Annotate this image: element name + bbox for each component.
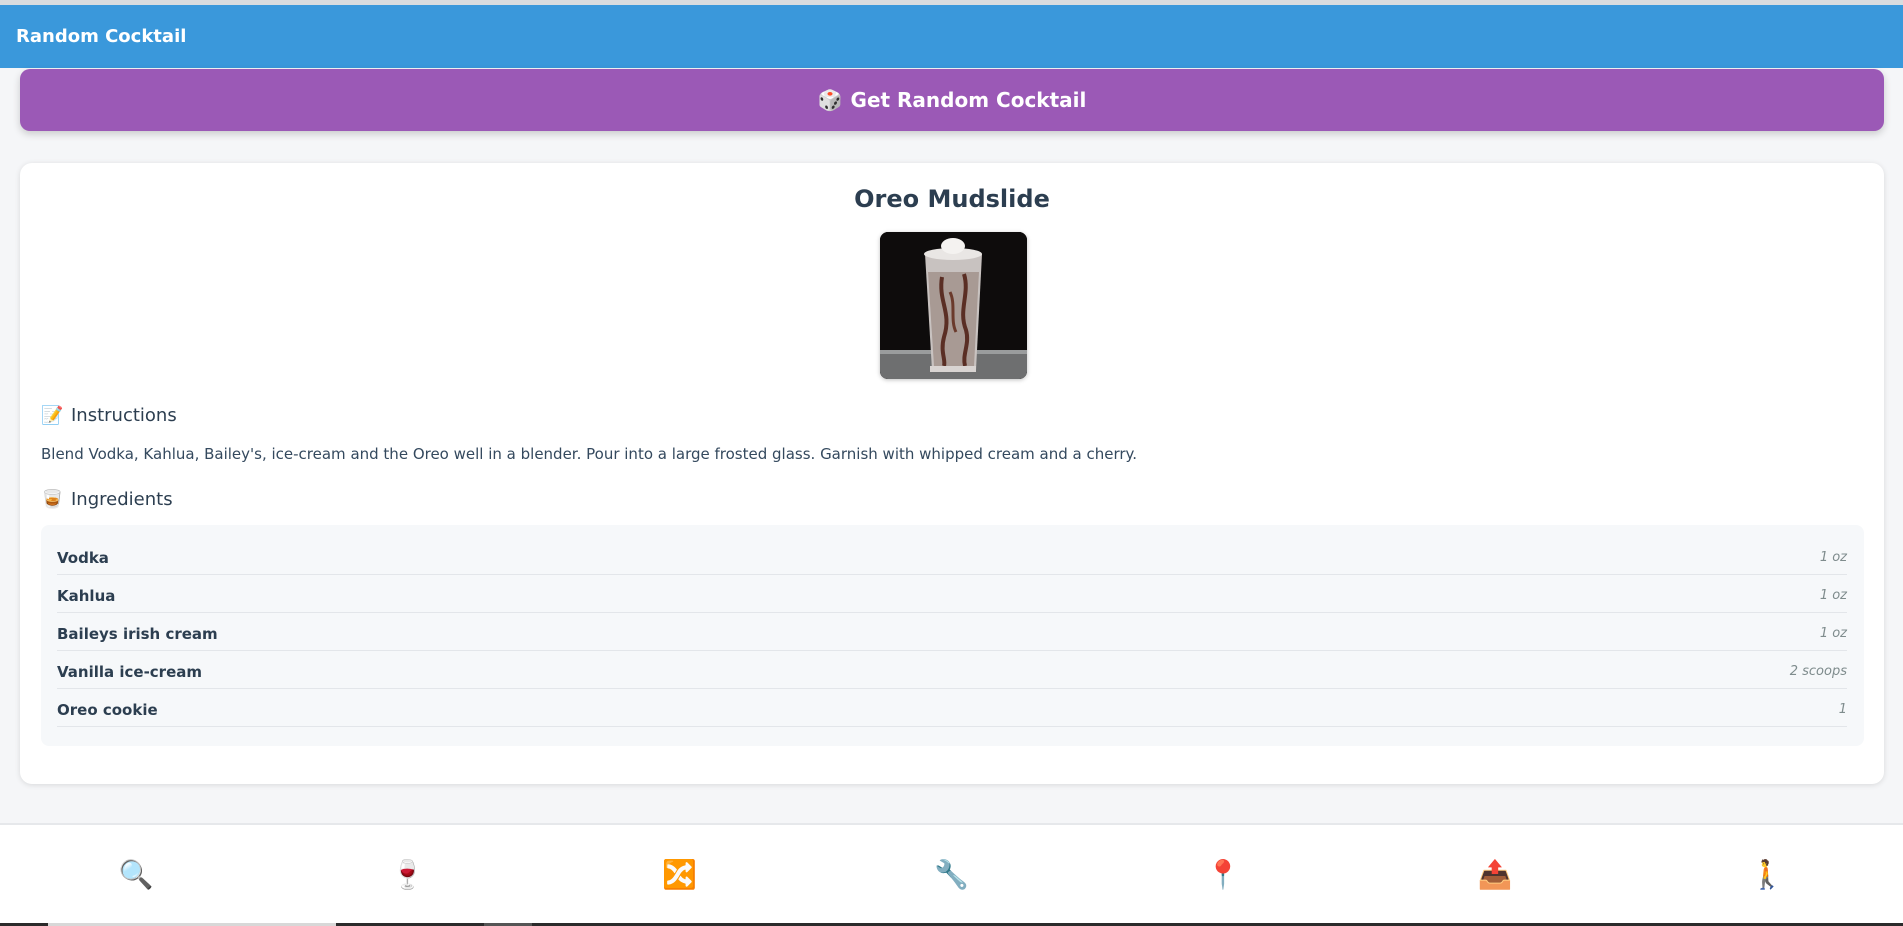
wine-glass-icon: 🍷 [390, 857, 426, 891]
nav-location[interactable]: 📍 [1087, 825, 1359, 923]
drink-photo-illustration [880, 232, 1027, 379]
ingredient-row: Baileys irish cream 1 oz [57, 613, 1847, 651]
app-header: Random Cocktail [0, 5, 1903, 68]
cocktail-card: Oreo Mudslide 📝 Instructions Blend Vodka… [20, 163, 1884, 784]
ingredient-row: Vanilla ice-cream 2 scoops [57, 651, 1847, 689]
ingredient-name: Vodka [57, 548, 109, 567]
ingredient-name: Vanilla ice-cream [57, 662, 203, 681]
pin-icon: 📍 [1205, 857, 1241, 891]
walking-person-icon: 🚶 [1749, 857, 1785, 891]
ingredient-measure: 1 oz [1819, 588, 1847, 603]
memo-icon: 📝 [41, 405, 64, 426]
nav-profile[interactable]: 🚶 [1631, 825, 1903, 923]
ingredient-measure: 2 scoops [1789, 664, 1847, 679]
ingredient-name: Baileys irish cream [57, 624, 218, 643]
ingredient-measure: 1 oz [1819, 550, 1847, 565]
drink-title: Oreo Mudslide [854, 185, 1050, 213]
instructions-text: Blend Vodka, Kahlua, Bailey's, ice-cream… [41, 445, 1138, 463]
get-random-cocktail-button[interactable]: 🎲 Get Random Cocktail [20, 69, 1884, 131]
bottom-nav: 🔍 🍷 🔀 🔧 📍 📤 🚶 [0, 823, 1903, 923]
nav-cocktails[interactable]: 🍷 [272, 825, 544, 923]
app-title: Random Cocktail [16, 26, 187, 47]
wrench-icon: 🔧 [934, 857, 969, 891]
ingredients-heading: 🥃 Ingredients [41, 489, 173, 510]
search-icon: 🔍 [118, 857, 154, 891]
ingredient-measure: 1 [1838, 702, 1847, 717]
ingredient-row: Vodka 1 oz [57, 537, 1847, 575]
drink-image [880, 232, 1027, 379]
nav-search[interactable]: 🔍 [0, 825, 272, 923]
ingredients-heading-label: Ingredients [71, 489, 173, 510]
nav-tools[interactable]: 🔧 [816, 825, 1088, 923]
ingredient-row: Kahlua 1 oz [57, 575, 1847, 613]
outbox-icon: 📤 [1477, 857, 1513, 891]
nav-random[interactable]: 🔀 [544, 825, 816, 923]
ingredients-list: Vodka 1 oz Kahlua 1 oz Baileys irish cre… [41, 525, 1864, 746]
ingredient-row: Oreo cookie 1 [57, 689, 1847, 727]
dice-icon: 🎲 [817, 88, 843, 112]
ingredient-name: Oreo cookie [57, 700, 158, 719]
tumbler-glass-icon: 🥃 [41, 489, 64, 510]
shuffle-icon: 🔀 [662, 857, 698, 891]
random-button-label: Get Random Cocktail [850, 88, 1087, 112]
nav-share[interactable]: 📤 [1359, 825, 1631, 923]
ingredient-name: Kahlua [57, 586, 116, 605]
instructions-heading: 📝 Instructions [41, 405, 177, 426]
ingredient-measure: 1 oz [1819, 626, 1847, 641]
instructions-heading-label: Instructions [71, 405, 177, 426]
